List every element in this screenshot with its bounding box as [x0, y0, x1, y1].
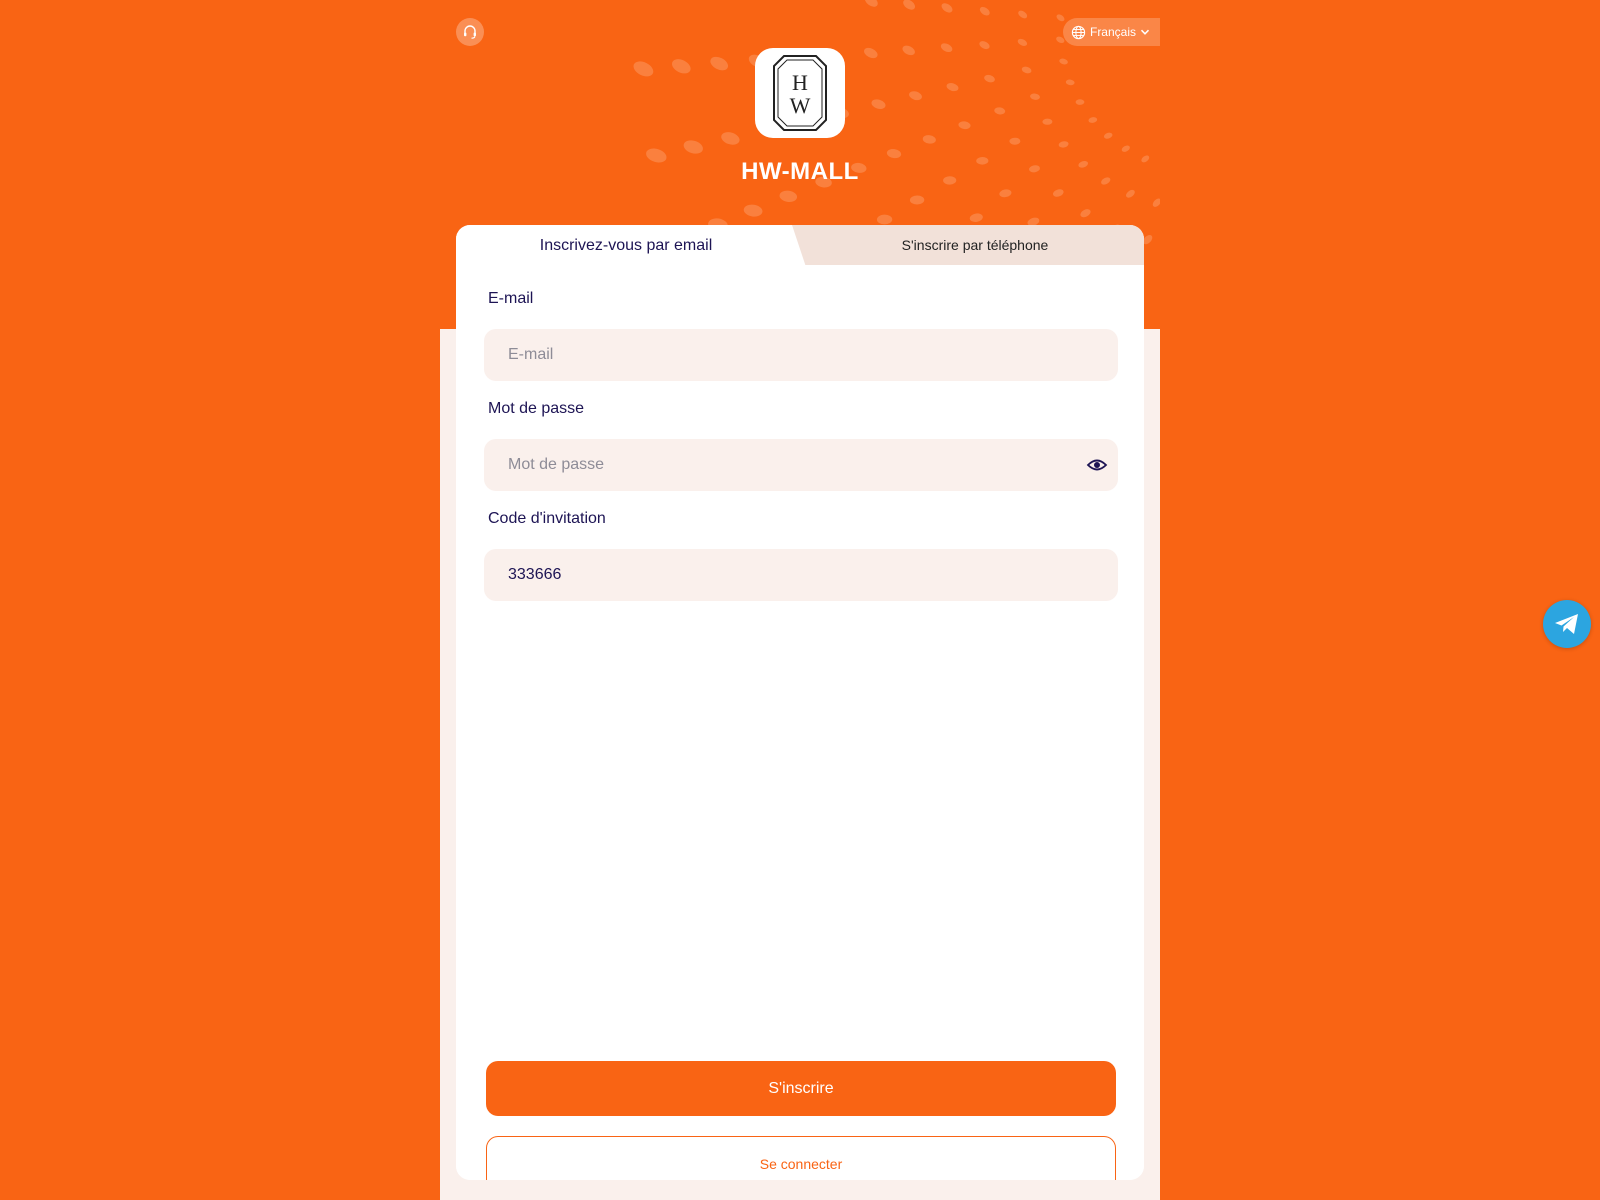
svg-text:H: H: [792, 70, 808, 95]
decorative-dot: [979, 6, 990, 16]
decorative-dot: [1030, 93, 1040, 100]
register-tabs: Inscrivez-vous par email S'inscrire par …: [456, 225, 1144, 267]
decorative-dot: [1056, 14, 1065, 22]
register-button[interactable]: S'inscrire: [486, 1061, 1116, 1116]
decorative-dot: [902, 45, 915, 56]
decorative-dot: [710, 56, 729, 71]
decorative-dot: [1152, 198, 1160, 207]
decorative-dot: [671, 59, 691, 74]
hw-logo-mark: H W: [773, 55, 827, 131]
register-form: E-mail Mot de passe Code d'invitation S'…: [456, 265, 1144, 1180]
decorative-dot: [743, 204, 763, 217]
decorative-dot: [1042, 118, 1053, 125]
decorative-dot: [1075, 99, 1085, 105]
decorative-dot: [864, 47, 878, 59]
decorative-dot: [871, 99, 886, 109]
language-selector[interactable]: Français: [1062, 18, 1160, 46]
tab-email-register[interactable]: Inscrivez-vous par email: [456, 225, 806, 267]
decorative-dot: [979, 41, 990, 50]
decorative-dot: [683, 140, 703, 154]
decorative-dot: [958, 121, 971, 130]
language-label: Français: [1089, 25, 1136, 39]
chevron-down-icon: [1140, 29, 1150, 35]
login-button[interactable]: Se connecter: [486, 1136, 1116, 1180]
decorative-dot: [1058, 141, 1069, 148]
customer-support-button[interactable]: [456, 18, 484, 46]
invite-code-field[interactable]: [484, 549, 1118, 601]
decorative-dot: [779, 190, 798, 202]
email-label: E-mail: [488, 290, 534, 307]
decorative-dot: [1080, 209, 1091, 218]
invite-code-label: Code d'invitation: [488, 510, 606, 527]
decorative-dot: [1052, 189, 1064, 197]
decorative-dot: [941, 3, 953, 13]
telegram-float-button[interactable]: [1543, 600, 1591, 648]
decorative-dot: [1125, 189, 1135, 198]
decorative-dot: [1103, 132, 1113, 139]
telegram-icon: [1555, 614, 1578, 634]
decorative-dot: [969, 213, 983, 222]
decorative-dot: [633, 61, 654, 77]
brand-title: HW-MALL: [741, 158, 859, 185]
headset-icon: [464, 25, 476, 39]
decorative-dot: [940, 43, 953, 53]
tab-phone-register[interactable]: S'inscrire par téléphone: [806, 225, 1144, 265]
decorative-dot: [946, 83, 959, 92]
register-card: Inscrivez-vous par email S'inscrire par …: [456, 225, 1144, 1180]
decorative-dot: [1018, 10, 1028, 19]
decorative-dot: [1121, 145, 1130, 152]
decorative-dot: [922, 135, 936, 144]
decorative-dot: [1065, 79, 1075, 86]
decorative-dot: [1017, 38, 1028, 46]
decorative-dot: [1021, 66, 1032, 74]
email-field[interactable]: [484, 329, 1118, 381]
svg-text:W: W: [790, 93, 811, 118]
decorative-dot: [721, 132, 740, 145]
eye-icon[interactable]: [1086, 456, 1108, 474]
decorative-dot: [909, 195, 925, 205]
decorative-dot: [876, 214, 893, 225]
decorative-dot: [994, 107, 1006, 115]
app-logo: H W: [755, 48, 845, 138]
globe-icon: [1071, 25, 1086, 39]
decorative-dot: [1059, 58, 1068, 65]
decorative-dot: [1088, 117, 1098, 123]
decorative-dot: [984, 74, 995, 83]
decorative-dot: [864, 0, 878, 7]
app-screen: Français H W HW-MALL Inscrivez-vous par …: [440, 0, 1160, 1200]
decorative-dot: [909, 91, 922, 101]
decorative-dot: [903, 0, 916, 10]
password-field[interactable]: [484, 439, 1118, 491]
decorative-dot: [1009, 137, 1021, 145]
password-label: Mot de passe: [488, 400, 585, 417]
decorative-dot: [999, 189, 1012, 198]
